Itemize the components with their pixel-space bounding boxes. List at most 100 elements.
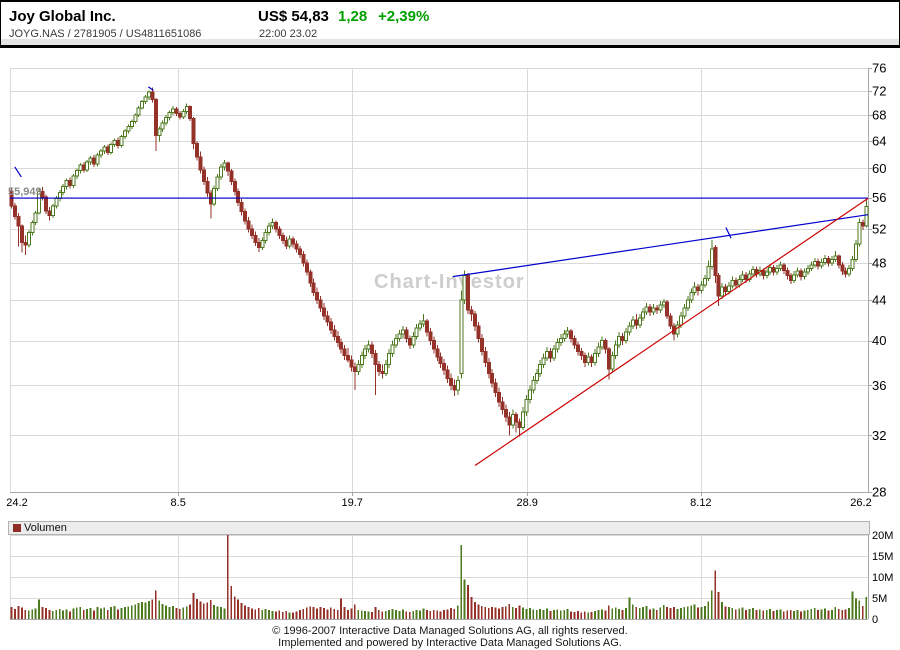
candle-body bbox=[75, 171, 78, 177]
candle-body bbox=[278, 229, 281, 236]
candle-body bbox=[573, 338, 576, 344]
volume-bar bbox=[845, 609, 847, 619]
candle-body bbox=[264, 232, 267, 240]
volume-axis-label: 10M bbox=[872, 572, 893, 584]
volume-axis-label: 20M bbox=[872, 530, 893, 542]
volume-bar bbox=[512, 607, 514, 619]
volume-bar bbox=[711, 590, 713, 619]
volume-bar bbox=[72, 609, 74, 620]
volume-bar bbox=[508, 604, 510, 619]
volume-bar bbox=[395, 610, 397, 619]
instrument-title: Joy Global Inc. bbox=[9, 8, 116, 25]
candle-body bbox=[463, 276, 466, 300]
volume-bar bbox=[453, 609, 455, 619]
candle-body bbox=[745, 275, 748, 280]
candle-body bbox=[182, 112, 185, 118]
volume-bar bbox=[814, 608, 816, 619]
volume-bar bbox=[268, 610, 270, 619]
volume-bar bbox=[14, 609, 16, 619]
candle-body bbox=[728, 286, 731, 292]
volume-bar bbox=[107, 610, 109, 619]
candle-body bbox=[491, 374, 494, 383]
candle-body bbox=[611, 356, 614, 369]
candle-body bbox=[566, 331, 569, 334]
candle-body bbox=[556, 343, 559, 349]
candle-body bbox=[607, 349, 610, 369]
volume-bar bbox=[31, 609, 33, 619]
candle-body bbox=[439, 357, 442, 364]
volume-bar bbox=[584, 611, 586, 619]
candle-body bbox=[137, 108, 140, 115]
volume-bar bbox=[409, 612, 411, 619]
candle-body bbox=[631, 320, 634, 326]
price-axis-label: 64 bbox=[872, 133, 886, 148]
volume-bar bbox=[762, 611, 764, 619]
volume-bar bbox=[484, 607, 486, 619]
candle-body bbox=[690, 292, 693, 300]
candle-body bbox=[422, 321, 425, 324]
volume-bar bbox=[759, 609, 761, 619]
candle-body bbox=[45, 197, 48, 211]
volume-bar bbox=[357, 610, 359, 619]
volume-bar bbox=[683, 607, 685, 619]
volume-bar bbox=[865, 597, 867, 619]
volume-bar bbox=[254, 609, 256, 619]
volume-bar bbox=[574, 612, 576, 619]
candle-body bbox=[820, 262, 823, 266]
candle-body bbox=[103, 147, 106, 151]
candle-body bbox=[343, 349, 346, 356]
candle-body bbox=[817, 261, 820, 265]
volume-bar bbox=[457, 606, 459, 619]
volume-bar bbox=[134, 604, 136, 619]
candle-body bbox=[642, 312, 645, 318]
volume-bar bbox=[663, 605, 665, 619]
volume-axis-label: 15M bbox=[872, 551, 893, 563]
volume-bar bbox=[649, 609, 651, 619]
candle-body bbox=[106, 147, 109, 152]
volume-bar bbox=[289, 612, 291, 619]
volume-bar bbox=[217, 606, 219, 619]
volume-bar bbox=[79, 607, 81, 619]
volume-bar bbox=[35, 609, 37, 620]
volume-bar bbox=[646, 606, 648, 619]
volume-bar bbox=[93, 611, 95, 619]
date-axis-label: 8.12 bbox=[690, 497, 711, 509]
candle-body bbox=[388, 353, 391, 364]
date-axis-label: 28.9 bbox=[516, 497, 537, 509]
candle-body bbox=[168, 113, 171, 118]
quote-time: 22:00 23.02 bbox=[259, 28, 317, 40]
volume-bar bbox=[608, 606, 610, 619]
candle-body bbox=[144, 97, 147, 102]
candle-body bbox=[419, 324, 422, 328]
candle-body bbox=[710, 249, 713, 266]
volume-bar bbox=[28, 611, 30, 619]
volume-bar bbox=[495, 608, 497, 619]
volume-bar bbox=[471, 597, 473, 619]
volume-bar bbox=[543, 610, 545, 619]
volume-bar bbox=[697, 608, 699, 619]
volume-bar bbox=[690, 606, 692, 619]
volume-bar bbox=[326, 609, 328, 619]
volume-bar bbox=[659, 608, 661, 619]
volume-bar bbox=[368, 611, 370, 619]
volume-bar bbox=[635, 607, 637, 619]
candle-body bbox=[580, 351, 583, 355]
candle-body bbox=[552, 349, 555, 358]
volume-legend-swatch-icon bbox=[13, 524, 21, 532]
volume-bar bbox=[86, 609, 88, 619]
volume-bar bbox=[52, 611, 54, 619]
candle-body bbox=[268, 226, 271, 233]
candle-body bbox=[192, 118, 195, 143]
candle-body bbox=[590, 357, 593, 363]
volume-bar bbox=[601, 609, 603, 619]
volume-bar bbox=[203, 603, 205, 619]
volume-bar bbox=[519, 606, 521, 619]
candle-body bbox=[299, 249, 302, 254]
candle-body bbox=[769, 268, 772, 272]
volume-bar bbox=[258, 608, 260, 619]
candle-body bbox=[614, 345, 617, 356]
candle-body bbox=[652, 308, 655, 312]
volume-bar bbox=[677, 609, 679, 619]
volume-bar bbox=[615, 608, 617, 619]
candle-body bbox=[415, 328, 418, 336]
